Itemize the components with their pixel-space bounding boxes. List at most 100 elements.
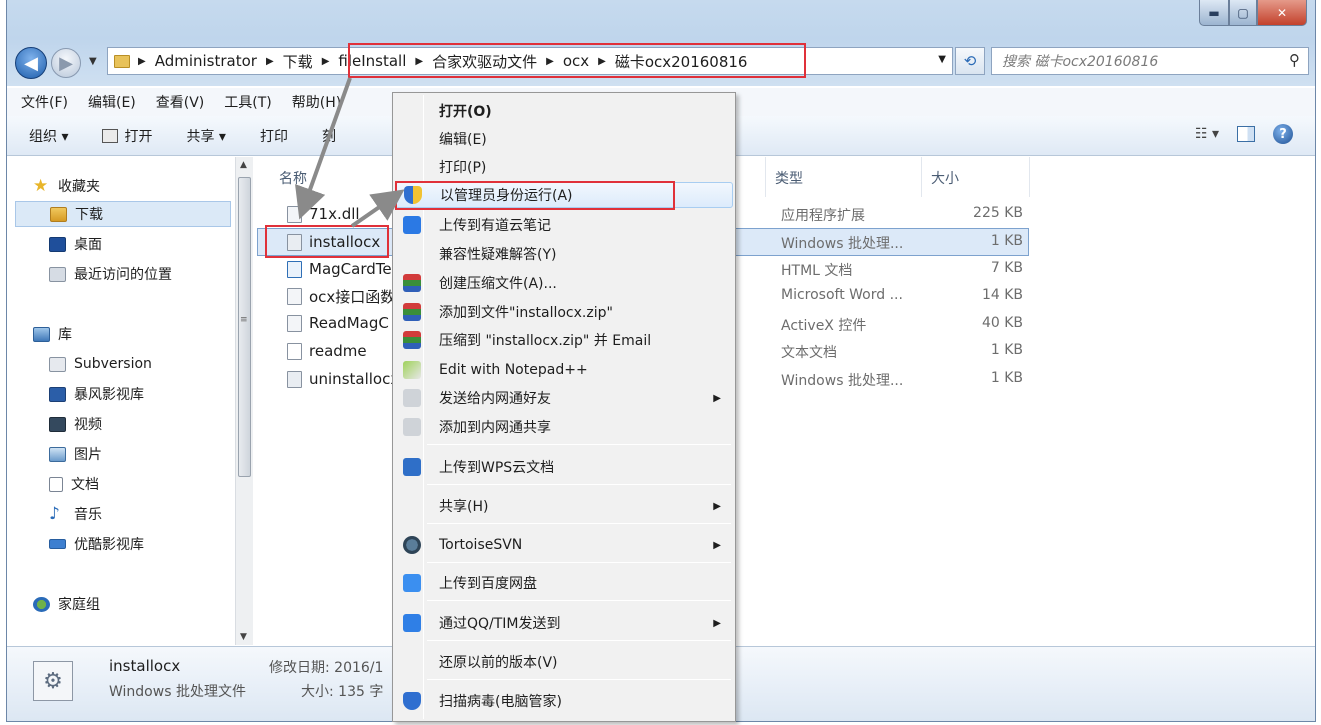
menu-tortoisesvn[interactable]: TortoiseSVN ▶	[395, 532, 733, 558]
refresh-button[interactable]: ⟲	[955, 47, 985, 75]
open-icon	[102, 128, 119, 143]
preview-pane-icon[interactable]	[1237, 126, 1255, 142]
menu-baidu[interactable]: 上传到百度网盘	[395, 570, 733, 596]
menu-separator	[427, 562, 731, 563]
breadcrumb-sep-root[interactable]: ▶	[138, 56, 155, 67]
menu-help[interactable]: 帮助(H)	[292, 92, 341, 112]
search-icon[interactable]: ⚲	[1289, 51, 1300, 69]
column-header-size[interactable]: 大小	[931, 163, 959, 193]
organize-button[interactable]: 组织 ▾	[29, 126, 68, 146]
address-dropdown-icon[interactable]: ▼	[938, 54, 946, 65]
file-row-readme[interactable]: readme	[287, 338, 367, 364]
details-filename: installocx	[109, 657, 181, 675]
menu-zip-email[interactable]: 压缩到 "installocx.zip" 并 Email	[395, 327, 733, 353]
maximize-button[interactable]: ▢	[1229, 0, 1257, 26]
nav-libraries[interactable]: 库	[33, 321, 259, 347]
wps-cloud-icon	[403, 458, 421, 476]
menu-restore-versions[interactable]: 还原以前的版本(V)	[395, 649, 733, 675]
search-input[interactable]: 搜索 磁卡ocx20160816 ⚲	[991, 47, 1309, 75]
minimize-button[interactable]: ▬	[1199, 0, 1229, 26]
burn-button[interactable]: 刻	[322, 126, 336, 146]
videos-icon	[49, 416, 66, 432]
menu-youdao[interactable]: 上传到有道云笔记	[395, 212, 733, 238]
menu-wps[interactable]: 上传到WPS云文档	[395, 454, 733, 480]
print-button[interactable]: 打印	[260, 126, 288, 146]
details-size: 大小: 135 字	[301, 684, 384, 700]
menu-add-to-zip[interactable]: 添加到文件"installocx.zip"	[395, 299, 733, 325]
menu-create-archive[interactable]: 创建压缩文件(A)...	[395, 270, 733, 296]
window-controls: ▬ ▢ ✕	[1199, 0, 1307, 26]
breadcrumb-downloads[interactable]: 下载 ▶	[283, 51, 339, 72]
menu-intranet-share[interactable]: 添加到内网通共享	[395, 414, 733, 440]
file-size: 1 KB	[990, 370, 1023, 386]
change-view-icon[interactable]: ☷ ▾	[1195, 126, 1219, 142]
menu-qq[interactable]: 通过QQ/TIM发送到 ▶	[395, 610, 733, 636]
file-size: 225 KB	[973, 205, 1023, 221]
nav-scrollbar[interactable]: ▲ ≡ ▼	[235, 157, 253, 645]
forward-button[interactable]: ▶	[51, 48, 81, 78]
nav-favorites[interactable]: ★ 收藏夹	[33, 173, 259, 199]
youdao-note-icon	[403, 216, 421, 234]
menu-highlight-box	[395, 181, 675, 210]
help-icon[interactable]: ?	[1273, 124, 1293, 144]
file-type: 应用程序扩展	[781, 208, 865, 224]
subversion-library-icon	[49, 356, 66, 372]
scroll-down-icon[interactable]: ▼	[240, 632, 247, 642]
view-controls: ☷ ▾ ?	[1195, 124, 1293, 144]
file-size: 40 KB	[981, 315, 1023, 331]
recent-places-icon	[49, 266, 66, 282]
menu-open[interactable]: 打开(O)	[395, 98, 733, 124]
file-type: Windows 批处理...	[781, 236, 904, 252]
documents-icon	[49, 476, 63, 492]
share-button[interactable]: 共享 ▾	[186, 126, 225, 146]
menu-send-intranet[interactable]: 发送给内网通好友 ▶	[395, 385, 733, 411]
details-filetype: Windows 批处理文件	[109, 684, 246, 700]
menu-scan-virus[interactable]: 扫描病毒(电脑管家)	[395, 688, 733, 714]
menu-print[interactable]: 打印(P)	[395, 154, 733, 180]
column-divider	[765, 157, 766, 197]
column-header-type[interactable]: 类型	[775, 163, 803, 193]
column-header-name[interactable]: 名称	[279, 163, 307, 193]
search-placeholder: 搜索 磁卡ocx20160816	[1002, 54, 1159, 70]
submenu-arrow-icon: ▶	[713, 392, 721, 404]
menu-file[interactable]: 文件(F)	[21, 92, 68, 112]
winrar-icon	[403, 303, 421, 321]
column-divider	[921, 157, 922, 197]
file-row-readmagcard[interactable]: ReadMagC	[287, 310, 389, 336]
menu-view[interactable]: 查看(V)	[156, 92, 205, 112]
menu-edit[interactable]: 编辑(E)	[395, 126, 733, 152]
menu-separator	[427, 640, 731, 641]
breadcrumb-administrator[interactable]: Administrator ▶	[155, 52, 283, 70]
file-type: HTML 文档	[781, 263, 853, 279]
menu-share[interactable]: 共享(H) ▶	[395, 493, 733, 519]
qq-icon	[403, 614, 421, 632]
file-row-71x[interactable]: 71x.dll	[287, 201, 360, 227]
nav-downloads[interactable]: 下载	[15, 201, 231, 227]
open-button[interactable]: 打开	[102, 126, 152, 146]
menu-tools[interactable]: 工具(T)	[224, 92, 271, 112]
library-icon	[33, 326, 50, 342]
menu-notepad-plus[interactable]: Edit with Notepad++	[395, 357, 733, 383]
menu-separator	[427, 679, 731, 680]
scroll-thumb[interactable]	[238, 177, 251, 477]
nav-homegroup[interactable]: 家庭组	[33, 591, 259, 617]
menu-compat[interactable]: 兼容性疑难解答(Y)	[395, 241, 733, 267]
html-file-icon	[287, 260, 302, 278]
back-button[interactable]: ◀	[15, 47, 47, 79]
batch-file-large-icon: ⚙	[33, 661, 73, 701]
file-row-uninstallocx[interactable]: uninstallocx	[287, 366, 399, 392]
file-row-ocx-doc[interactable]: ocx接口函数	[287, 283, 395, 309]
batch-file-icon	[287, 370, 302, 388]
menu-edit[interactable]: 编辑(E)	[88, 92, 136, 112]
recent-pages-dropdown[interactable]: ▼	[89, 56, 97, 67]
file-type: ActiveX 控件	[781, 318, 867, 334]
scroll-up-icon[interactable]: ▲	[240, 160, 247, 170]
navigation-pane: ★ 收藏夹 下载 桌面 最近访问的位置 库 Subversion 暴风影视库 视…	[7, 157, 255, 645]
close-button[interactable]: ✕	[1257, 0, 1307, 26]
file-size: 1 KB	[990, 233, 1023, 249]
submenu-arrow-icon: ▶	[713, 617, 721, 629]
file-type: Microsoft Word ...	[781, 287, 903, 303]
file-row-magcardtest[interactable]: MagCardTe	[287, 256, 392, 282]
menu-separator	[427, 600, 731, 601]
youku-library-icon	[49, 539, 66, 549]
